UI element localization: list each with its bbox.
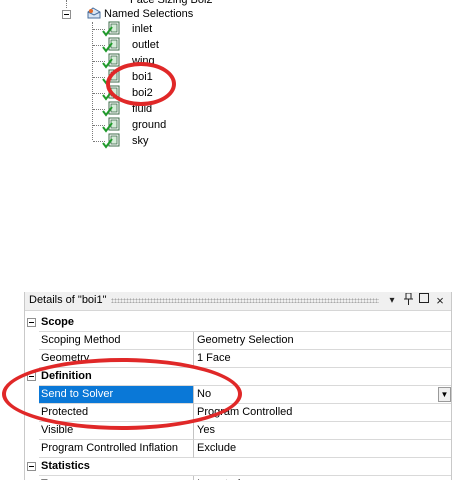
property-label: Visible (39, 422, 194, 440)
tree-item-boi1[interactable]: boi1 (0, 69, 300, 85)
row-gutter (25, 476, 39, 480)
tree-item-wing[interactable]: wing (0, 53, 300, 69)
details-panel: Details of "boi1" ▾ × Scope Scoping Metho… (24, 292, 452, 480)
tree-item-label: boi2 (132, 87, 153, 99)
row-gutter (25, 440, 39, 458)
row-gutter (25, 350, 39, 368)
details-title-bar: Details of "boi1" ▾ × (25, 292, 452, 311)
property-value-dropdown[interactable]: No ▼ (194, 386, 452, 404)
named-selections-icon (87, 7, 101, 19)
property-row[interactable]: Geometry 1 Face (25, 350, 452, 368)
section-statistics[interactable]: Statistics (25, 458, 452, 476)
section-scope[interactable]: Scope (25, 314, 452, 332)
tree-item-label: fluid (132, 103, 153, 115)
property-label: Type (39, 476, 194, 480)
property-value-text: 1 Face (197, 352, 231, 364)
collapse-toggle-icon[interactable] (27, 462, 36, 471)
property-label: Send to Solver (39, 386, 194, 404)
property-value[interactable]: Imported (194, 476, 452, 480)
property-row[interactable]: Protected Program Controlled (25, 404, 452, 422)
tree-item-label: ground (132, 119, 167, 131)
tree-item-fluid[interactable]: fluid (0, 101, 300, 117)
tree-item-label: boi1 (132, 71, 153, 83)
close-icon[interactable]: × (433, 293, 447, 308)
property-label: Scoping Method (39, 332, 194, 350)
chevron-down-icon[interactable]: ▾ (385, 293, 399, 308)
property-row[interactable]: TypeImported (25, 476, 452, 480)
tree-item-outlet[interactable]: outlet (0, 37, 300, 53)
tree-item-label: sky (132, 135, 149, 147)
selection-check-icon (102, 53, 120, 69)
selection-check-icon (102, 37, 120, 53)
property-value[interactable]: 1 Face (194, 350, 452, 368)
selection-check-icon (102, 85, 120, 101)
property-value-text: Program Controlled (197, 406, 293, 418)
selection-check-icon (102, 101, 120, 117)
section-header: Definition (39, 368, 452, 386)
tree-item-named-selections[interactable]: Named Selections (0, 6, 300, 22)
section-definition[interactable]: Definition (25, 368, 452, 386)
details-title: Details of "boi1" (29, 294, 107, 306)
row-gutter (25, 386, 39, 404)
tree-item-label: inlet (132, 23, 153, 35)
collapse-toggle-icon[interactable] (27, 372, 36, 381)
drag-grip[interactable] (111, 298, 379, 303)
property-row[interactable]: Visible Yes (25, 422, 452, 440)
property-value[interactable]: Geometry Selection (194, 332, 452, 350)
row-gutter (25, 404, 39, 422)
collapse-toggle-icon[interactable] (62, 10, 71, 19)
property-value[interactable]: Exclude (194, 440, 452, 458)
selection-check-icon (102, 133, 120, 149)
selection-check-icon (102, 117, 120, 133)
property-row[interactable]: Send to Solver No ▼ (25, 386, 452, 404)
selection-check-icon (102, 69, 120, 85)
tree-item-label: outlet (132, 39, 159, 51)
property-value[interactable]: Yes (194, 422, 452, 440)
tree-item-sky[interactable]: sky (0, 133, 300, 149)
tree-item-label: Named Selections (104, 8, 194, 20)
tree-item-inlet[interactable]: inlet (0, 21, 300, 37)
property-label: Geometry (39, 350, 194, 368)
property-row[interactable]: Program Controlled Inflation Exclude (25, 440, 452, 458)
section-header: Statistics (39, 458, 452, 476)
tree-view: Face Sizing Boi2 Named Selections inlet o… (0, 0, 452, 290)
section-header: Scope (39, 314, 452, 332)
collapse-toggle-icon[interactable] (27, 318, 36, 327)
property-value-text: No (197, 388, 212, 400)
row-gutter (25, 422, 39, 440)
property-label: Protected (39, 404, 194, 422)
property-value[interactable]: Program Controlled (194, 404, 452, 422)
row-gutter (25, 332, 39, 350)
dropdown-arrow-icon[interactable]: ▼ (438, 387, 451, 402)
property-value-text: Geometry Selection (197, 334, 294, 346)
property-value-text: Yes (197, 424, 215, 436)
tree-item-ground[interactable]: ground (0, 117, 300, 133)
pin-icon[interactable] (401, 292, 415, 308)
property-label: Program Controlled Inflation (39, 440, 194, 458)
property-row[interactable]: Scoping Method Geometry Selection (25, 332, 452, 350)
maximize-icon[interactable] (417, 293, 431, 308)
property-value-text: Exclude (197, 442, 237, 454)
tree-item-boi2[interactable]: boi2 (0, 85, 300, 101)
tree-item-label: wing (132, 55, 155, 67)
selection-check-icon (102, 21, 120, 37)
